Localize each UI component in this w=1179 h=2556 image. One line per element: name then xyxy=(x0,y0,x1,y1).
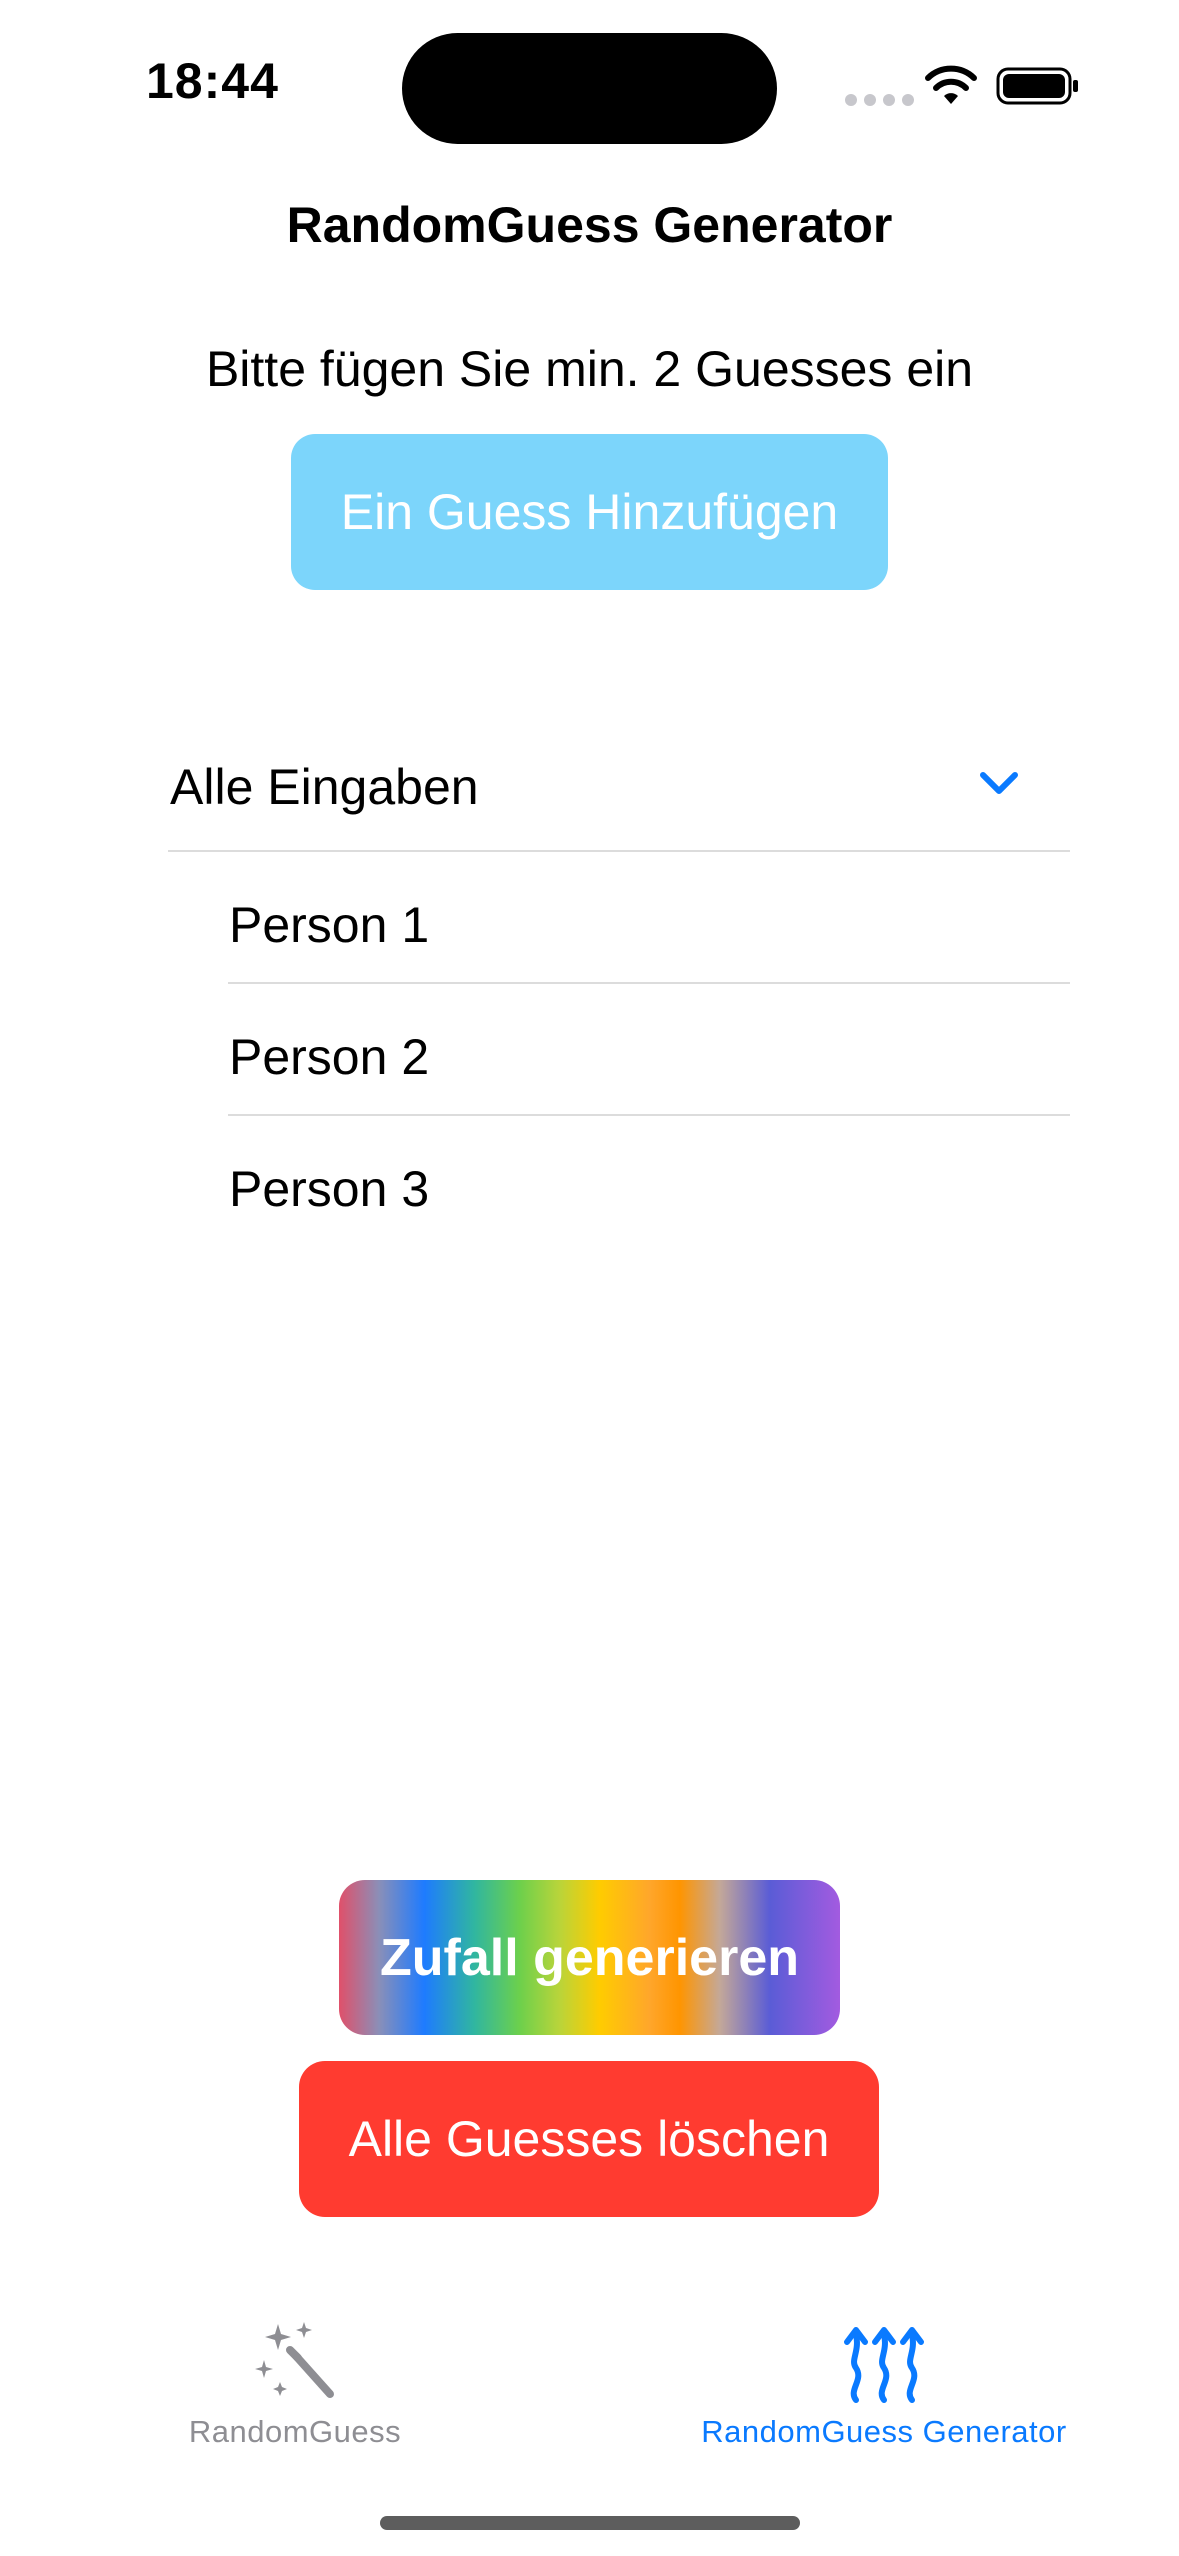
dynamic-island xyxy=(402,33,777,144)
home-indicator xyxy=(380,2516,800,2530)
tab-randomguess[interactable]: RandomGuess xyxy=(95,2320,495,2460)
delete-all-guesses-button[interactable]: Alle Guesses löschen xyxy=(299,2061,879,2217)
arrows-up-icon xyxy=(844,2327,924,2403)
list-item[interactable]: Person 1 xyxy=(228,852,1070,984)
list-item[interactable]: Person 2 xyxy=(228,984,1070,1116)
tab-label: RandomGuess xyxy=(188,2414,402,2449)
generate-random-button[interactable]: Zufall generieren xyxy=(339,1880,840,2035)
list-item-label: Person 2 xyxy=(229,1029,430,1085)
tab-label: RandomGuess Generator xyxy=(701,2414,1067,2449)
tab-randomguess-generator[interactable]: RandomGuess Generator xyxy=(684,2320,1084,2460)
list-item-label: Person 3 xyxy=(229,1161,430,1217)
list-item[interactable]: Person 3 xyxy=(228,1116,1070,1246)
instruction-text: Bitte fügen Sie min. 2 Guesses ein xyxy=(205,341,974,397)
wifi-icon xyxy=(925,65,977,104)
list-item-label: Person 1 xyxy=(229,897,430,953)
battery-icon xyxy=(996,67,1078,105)
add-guess-button[interactable]: Ein Guess Hinzufügen xyxy=(291,434,888,590)
cellular-signal-icon xyxy=(845,94,914,106)
magic-wand-icon xyxy=(255,2322,334,2398)
chevron-down-icon[interactable] xyxy=(978,768,1020,798)
page-title: RandomGuess Generator xyxy=(286,197,893,253)
status-time: 18:44 xyxy=(146,53,279,109)
all-entries-label: Alle Eingaben xyxy=(170,759,479,815)
all-entries-disclosure[interactable]: Alle Eingaben xyxy=(168,740,1070,852)
